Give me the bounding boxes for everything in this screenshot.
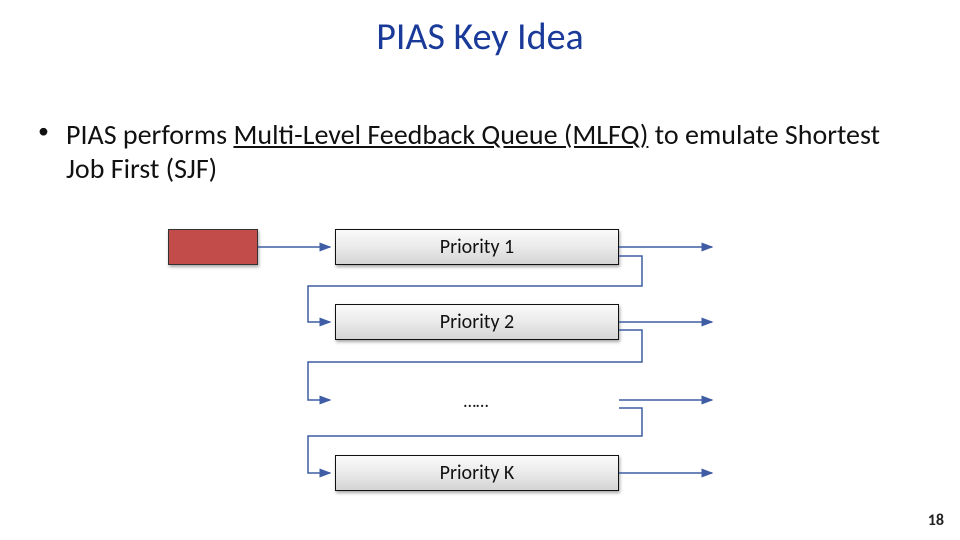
page-number: 18 [928,511,944,530]
queue-priority-1: Priority 1 [335,229,619,265]
queue-priority-k: Priority K [335,455,619,491]
bullet-item: • PIAS performs Multi-Level Feedback Que… [38,118,920,185]
bullet-text: PIAS performs Multi-Level Feedback Queue… [66,118,920,185]
queue-priority-2: Priority 2 [335,304,619,340]
queue-ellipsis: …… [335,390,617,412]
bullet-dot: • [38,118,49,144]
bullet-prefix: PIAS performs [66,117,233,152]
slide: PIAS Key Idea • PIAS performs Multi-Leve… [0,0,960,540]
slide-title: PIAS Key Idea [0,14,960,60]
bullet-underlined: Multi-Level Feedback Queue (MLFQ) [233,117,648,152]
incoming-flow-box [168,229,258,265]
